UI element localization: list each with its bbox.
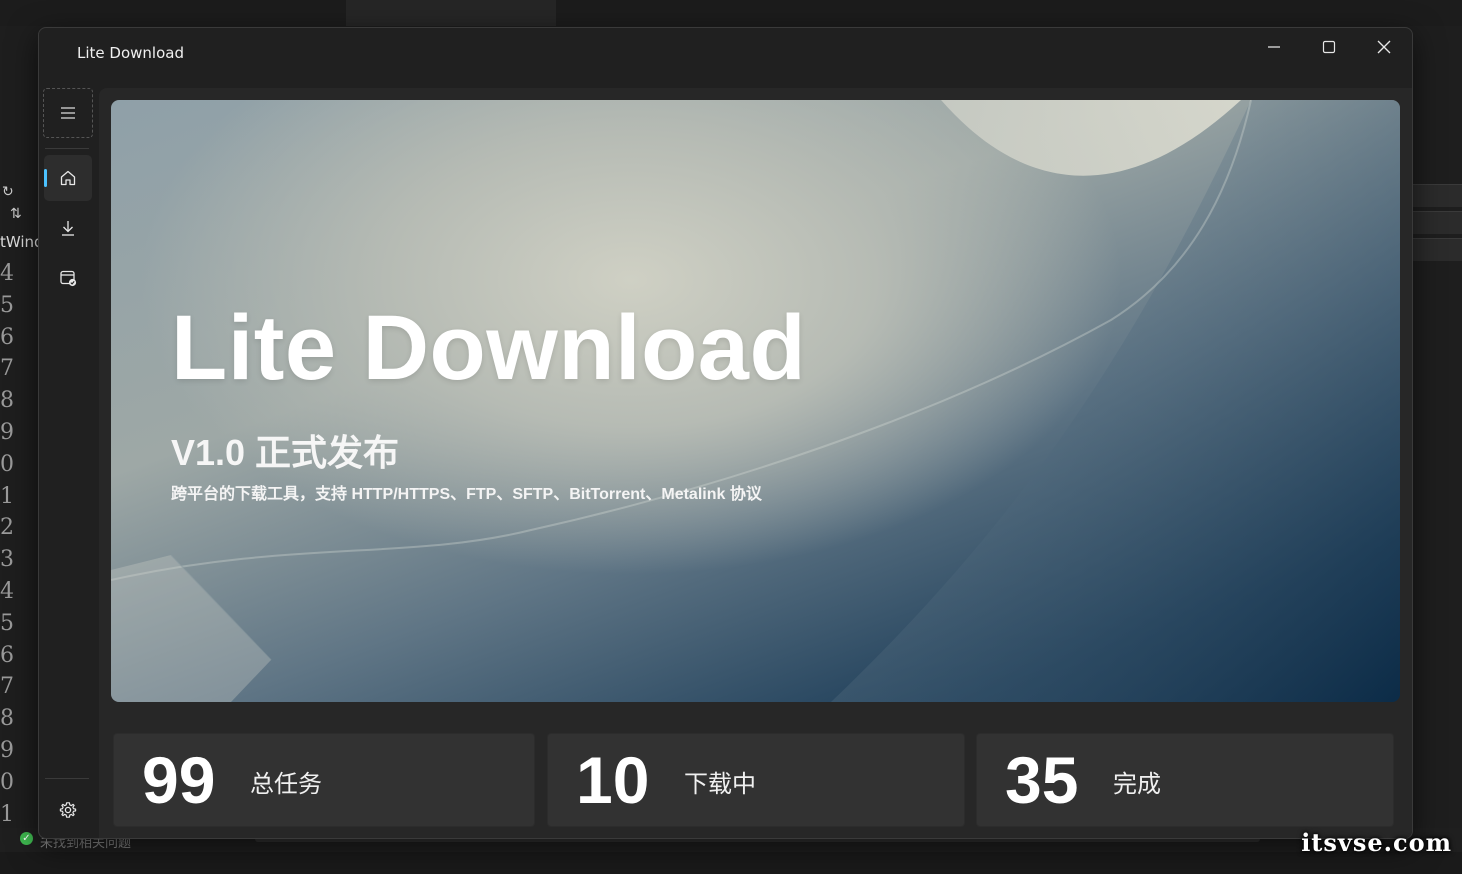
window-title: Lite Download: [77, 44, 184, 62]
line-number: 1: [0, 483, 14, 509]
line-number: 4: [0, 261, 14, 286]
minimize-button[interactable]: [1251, 32, 1297, 62]
sort-icon[interactable]: ⇅: [10, 206, 22, 222]
ide-top-block: [1150, 0, 1462, 26]
line-number: 6: [0, 642, 14, 668]
ide-toolbar: ↻ ⇅: [0, 180, 40, 230]
ide-panel-row: [1412, 184, 1462, 207]
stat-label: 完成: [1113, 770, 1161, 798]
hero-description: 跨平台的下载工具，支持 HTTP/HTTPS、FTP、SFTP、BitTorre…: [171, 486, 762, 503]
line-number: 8: [0, 706, 14, 732]
maximize-icon: [1322, 40, 1336, 54]
app-window: Lite Download Lite Download V1.0 正式发布 跨平…: [38, 27, 1413, 839]
stat-value: 35: [1005, 743, 1079, 817]
ide-tab[interactable]: tWind: [0, 233, 40, 255]
navigation-pane: [39, 84, 97, 838]
ide-panel-row: [1412, 211, 1462, 234]
line-number: 0: [0, 451, 14, 477]
stat-card-total: 99 总任务: [113, 733, 535, 827]
hero-title: Lite Download: [171, 297, 807, 399]
close-button[interactable]: [1361, 32, 1407, 62]
hamburger-icon: [61, 107, 75, 119]
nav-separator: [45, 148, 89, 149]
title-bar[interactable]: Lite Download: [39, 28, 1412, 84]
nav-item-downloads[interactable]: [44, 205, 92, 251]
ide-panel-row: [1412, 238, 1462, 261]
nav-item-home[interactable]: [44, 155, 92, 201]
stat-label: 总任务: [250, 770, 322, 798]
hero-banner: Lite Download V1.0 正式发布 跨平台的下载工具，支持 HTTP…: [111, 100, 1400, 702]
stat-value: 99: [142, 743, 216, 817]
line-number: 5: [0, 610, 14, 636]
nav-item-completed[interactable]: [44, 255, 92, 301]
line-number: 1: [0, 801, 14, 827]
ide-right-panel: [1412, 184, 1462, 261]
line-number: 5: [0, 292, 14, 318]
line-number: 7: [0, 674, 14, 700]
line-number: 8: [0, 388, 14, 414]
gear-icon: [59, 802, 77, 818]
nav-separator: [45, 778, 89, 779]
ide-top-bar: [0, 0, 1462, 26]
hero-version: V1.0 正式发布: [171, 432, 400, 473]
nav-menu-button[interactable]: [43, 88, 93, 138]
close-icon: [1377, 40, 1391, 54]
watermark: itsvse.com: [1301, 828, 1452, 857]
nav-item-settings[interactable]: [44, 787, 92, 833]
stat-label: 下载中: [684, 770, 756, 798]
line-number: 7: [0, 356, 14, 382]
line-number: 9: [0, 419, 14, 445]
ide-line-numbers: 4 5 6 7 8 9 0 1 2 3 4 5 6 7 8 9 0 1: [0, 258, 36, 830]
line-number: 3: [0, 547, 14, 573]
stat-value: 10: [576, 743, 650, 817]
stat-card-completed: 35 完成: [976, 733, 1394, 827]
line-number: 6: [0, 324, 14, 350]
line-number: 2: [0, 515, 14, 541]
selection-indicator: [44, 169, 47, 187]
ide-top-block: [346, 0, 556, 26]
check-icon: ✓: [20, 832, 33, 845]
completed-icon: [60, 270, 77, 287]
line-number: 4: [0, 578, 14, 604]
download-icon: [62, 221, 74, 236]
minimize-icon: [1268, 46, 1280, 48]
hero-background-art: [111, 100, 1400, 702]
ide-bottom-bar: [0, 852, 1462, 874]
maximize-button[interactable]: [1306, 32, 1352, 62]
main-content: Lite Download V1.0 正式发布 跨平台的下载工具，支持 HTTP…: [99, 88, 1412, 838]
line-number: 0: [0, 769, 14, 795]
line-number: 9: [0, 737, 14, 763]
refresh-icon[interactable]: ↻: [2, 184, 14, 200]
stat-card-downloading: 10 下载中: [547, 733, 965, 827]
home-icon: [60, 170, 76, 186]
